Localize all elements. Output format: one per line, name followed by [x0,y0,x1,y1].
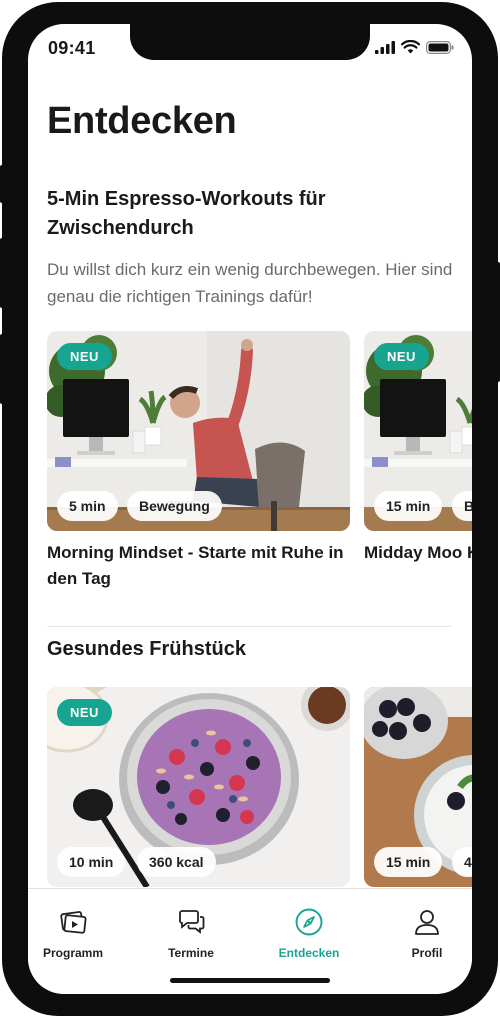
battery-icon [426,40,454,54]
tab-termine[interactable]: Termine [136,907,246,960]
duration-chip: 5 min [57,491,118,521]
power-button [496,262,500,382]
cellular-signal-icon [375,40,395,54]
tab-label: Termine [168,946,214,960]
workout-carousel[interactable]: NEU 5 min Bewegung Morning Mindset - Sta… [47,331,472,631]
section-divider [47,626,451,627]
recipe-card-image: NEU 10 min 360 kcal [47,687,350,887]
duration-chip: 10 min [57,847,126,877]
volume-down-button [0,334,4,404]
home-indicator[interactable] [170,978,330,983]
tab-label: Programm [42,946,104,960]
section-title-workouts: 5-Min Espresso-Workouts für Zwischendurc… [47,188,326,239]
recipe-card[interactable]: NEU 10 min 360 kcal [47,687,350,887]
wifi-icon [401,40,420,54]
duration-chip: 15 min [374,847,443,877]
status-time: 09:41 [48,38,96,58]
program-icon [60,911,87,934]
workout-card-image: NEU 5 min Bewegung [47,331,350,531]
volume-up-button [0,238,4,308]
status-icons [375,40,454,54]
new-badge: NEU [374,343,429,370]
tab-programm[interactable]: Programm [28,907,128,960]
section-description-workouts: Du willst dich kurz ein wenig durchbeweg… [47,260,453,306]
mute-switch [0,165,4,203]
person-icon [415,910,439,935]
workout-card-title: Morning Mindset - Starte mit Ruhe in den… [47,543,344,588]
compass-icon [295,908,323,936]
section-title-breakfast: Gesundes Frühstück [47,638,246,660]
tab-profil[interactable]: Profil [372,907,472,960]
screen: 09:41 Entdecken 5-Min Espresso-Workouts … [28,24,472,994]
calories-chip: 360 kcal [137,847,216,877]
chat-icon [179,910,205,934]
duration-chip: 15 min [374,491,443,521]
new-badge: NEU [57,343,112,370]
tab-label: Profil [411,946,443,960]
page-title: Entdecken [47,100,237,142]
workout-card[interactable]: NEU 5 min Bewegung Morning Mindset - Sta… [47,331,350,592]
tab-label: Entdecken [278,946,340,960]
workout-card[interactable]: NEU 15 min B Midday Moo Körper und G [364,331,472,566]
recipe-card-image: 15 min 4 [364,687,472,887]
tab-entdecken[interactable]: Entdecken [254,907,364,960]
workout-card-image: NEU 15 min B [364,331,472,531]
workout-card-title: Midday Moo Körper und G [364,543,472,562]
recipe-card[interactable]: 15 min 4 [364,687,472,887]
notch [130,24,370,60]
category-chip: Bewegung [127,491,222,521]
new-badge: NEU [57,699,112,726]
